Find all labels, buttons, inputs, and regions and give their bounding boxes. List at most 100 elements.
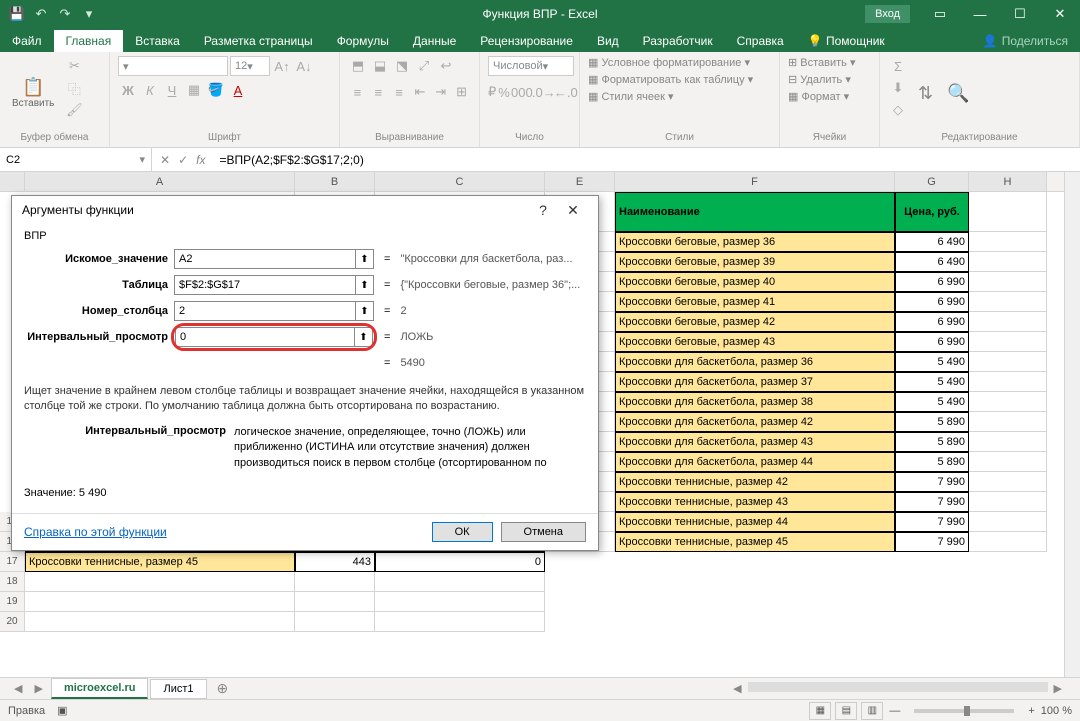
table-cell-name[interactable]: Кроссовки теннисные, размер 43 xyxy=(615,492,895,512)
bold-icon[interactable]: Ж xyxy=(118,80,138,100)
table-cell-price[interactable]: 6 990 xyxy=(895,332,969,352)
cell-styles-button[interactable]: ▦ Стили ячеек ▾ xyxy=(588,90,771,103)
tab-insert[interactable]: Вставка xyxy=(123,30,192,52)
row-header[interactable]: 18 xyxy=(0,572,25,592)
table-cell-name[interactable]: Кроссовки для баскетбола, размер 37 xyxy=(615,372,895,392)
header-name[interactable]: Наименование xyxy=(615,192,895,232)
increase-font-icon[interactable]: A↑ xyxy=(272,56,292,76)
tab-view[interactable]: Вид xyxy=(585,30,631,52)
underline-icon[interactable]: Ч xyxy=(162,80,182,100)
table-cell-price[interactable]: 7 990 xyxy=(895,532,969,552)
table-cell-name[interactable]: Кроссовки для баскетбола, размер 44 xyxy=(615,452,895,472)
table-cell-name[interactable]: Кроссовки беговые, размер 36 xyxy=(615,232,895,252)
close-icon[interactable]: ✕ xyxy=(1040,0,1080,28)
dialog-close-icon[interactable]: ✕ xyxy=(558,202,588,219)
col-header-b[interactable]: B xyxy=(295,172,375,191)
font-size-dropdown[interactable]: 12 ▾ xyxy=(230,56,270,76)
align-right-icon[interactable]: ≡ xyxy=(390,82,409,102)
decrease-font-icon[interactable]: A↓ xyxy=(294,56,314,76)
orientation-icon[interactable]: ⤢ xyxy=(414,56,434,76)
table-cell-price[interactable]: 6 990 xyxy=(895,312,969,332)
arg-col-input[interactable] xyxy=(174,301,356,321)
enter-formula-icon[interactable]: ✓ xyxy=(178,153,188,167)
tab-tellme[interactable]: 💡 Помощник xyxy=(796,30,897,52)
number-format-dropdown[interactable]: Числовой▾ xyxy=(488,56,574,76)
sheet-tab-2[interactable]: Лист1 xyxy=(150,679,206,699)
cell-b17[interactable]: 443 xyxy=(295,552,375,572)
table-cell-name[interactable]: Кроссовки теннисные, размер 44 xyxy=(615,512,895,532)
tab-review[interactable]: Рецензирование xyxy=(468,30,585,52)
table-cell-price[interactable]: 7 990 xyxy=(895,512,969,532)
horizontal-scrollbar[interactable] xyxy=(748,682,1048,692)
italic-icon[interactable]: К xyxy=(140,80,160,100)
arg-lookup-input[interactable] xyxy=(174,249,356,269)
autosum-icon[interactable]: Σ xyxy=(888,56,908,76)
undo-icon[interactable]: ↶ xyxy=(32,5,50,23)
col-header-h[interactable]: H xyxy=(969,172,1047,191)
cut-icon[interactable]: ✂ xyxy=(64,56,84,76)
insert-cells-button[interactable]: ⊞ Вставить ▾ xyxy=(788,56,871,69)
table-cell-name[interactable]: Кроссовки беговые, размер 41 xyxy=(615,292,895,312)
currency-icon[interactable]: ₽ xyxy=(488,82,496,102)
table-cell-price[interactable]: 5 890 xyxy=(895,452,969,472)
arg-lookup-ref-icon[interactable]: ⬆ xyxy=(356,249,374,269)
decrease-indent-icon[interactable]: ⇤ xyxy=(410,82,429,102)
table-cell-price[interactable]: 6 990 xyxy=(895,292,969,312)
paste-button[interactable]: 📋 Вставить xyxy=(8,56,58,130)
tab-help[interactable]: Справка xyxy=(725,30,796,52)
tab-file[interactable]: Файл xyxy=(0,30,54,52)
table-cell-price[interactable]: 5 890 xyxy=(895,432,969,452)
dialog-help-icon[interactable]: ? xyxy=(528,202,558,218)
merge-icon[interactable]: ⊞ xyxy=(452,82,471,102)
maximize-icon[interactable]: ☐ xyxy=(1000,0,1040,28)
align-top-icon[interactable]: ⬒ xyxy=(348,56,368,76)
tab-developer[interactable]: Разработчик xyxy=(631,30,725,52)
row-header[interactable]: 19 xyxy=(0,592,25,612)
format-as-table-button[interactable]: ▦ Форматировать как таблицу ▾ xyxy=(588,73,771,86)
table-cell-name[interactable]: Кроссовки беговые, размер 40 xyxy=(615,272,895,292)
table-cell-name[interactable]: Кроссовки беговые, размер 43 xyxy=(615,332,895,352)
format-painter-icon[interactable]: 🖌 xyxy=(64,100,84,120)
arg-range-input[interactable] xyxy=(175,327,355,347)
help-link[interactable]: Справка по этой функции xyxy=(24,525,167,539)
tab-data[interactable]: Данные xyxy=(401,30,468,52)
formula-input[interactable]: =ВПР(A2;$F$2:$G$17;2;0) xyxy=(213,153,1080,167)
qat-dropdown-icon[interactable]: ▾ xyxy=(80,5,98,23)
find-select-button[interactable]: 🔍 xyxy=(943,56,973,130)
table-cell-price[interactable]: 5 490 xyxy=(895,372,969,392)
row-header[interactable]: 20 xyxy=(0,612,25,632)
fill-icon[interactable]: ⬇ xyxy=(888,78,908,98)
save-icon[interactable]: 💾 xyxy=(8,5,26,23)
name-box[interactable]: C2▾ xyxy=(0,148,152,171)
border-icon[interactable]: ▦ xyxy=(184,80,204,100)
table-cell-price[interactable]: 6 490 xyxy=(895,232,969,252)
table-cell-name[interactable]: Кроссовки беговые, размер 39 xyxy=(615,252,895,272)
increase-decimal-icon[interactable]: .0→ xyxy=(534,82,554,102)
table-cell-name[interactable]: Кроссовки для баскетбола, размер 42 xyxy=(615,412,895,432)
redo-icon[interactable]: ↷ xyxy=(56,5,74,23)
delete-cells-button[interactable]: ⊟ Удалить ▾ xyxy=(788,73,871,86)
comma-icon[interactable]: 000 xyxy=(512,82,532,102)
vertical-scrollbar[interactable] xyxy=(1064,172,1080,677)
row-header[interactable]: 17 xyxy=(0,552,25,572)
table-cell-price[interactable]: 6 990 xyxy=(895,272,969,292)
table-cell-name[interactable]: Кроссовки для баскетбола, размер 43 xyxy=(615,432,895,452)
table-cell-name[interactable]: Кроссовки теннисные, размер 45 xyxy=(615,532,895,552)
cancel-button[interactable]: Отмена xyxy=(501,522,586,542)
table-cell-name[interactable]: Кроссовки беговые, размер 42 xyxy=(615,312,895,332)
ok-button[interactable]: ОК xyxy=(432,522,493,542)
sheet-nav-prev-icon[interactable]: ◀ xyxy=(8,682,28,695)
sheet-tab-1[interactable]: microexcel.ru xyxy=(51,678,149,699)
tab-layout[interactable]: Разметка страницы xyxy=(192,30,325,52)
tab-home[interactable]: Главная xyxy=(54,30,124,52)
arg-table-ref-icon[interactable]: ⬆ xyxy=(356,275,374,295)
table-cell-name[interactable]: Кроссовки теннисные, размер 42 xyxy=(615,472,895,492)
table-cell-price[interactable]: 5 490 xyxy=(895,352,969,372)
table-cell-price[interactable]: 5 890 xyxy=(895,412,969,432)
conditional-formatting-button[interactable]: ▦ Условное форматирование ▾ xyxy=(588,56,771,69)
table-cell-name[interactable]: Кроссовки для баскетбола, размер 38 xyxy=(615,392,895,412)
col-header-f[interactable]: F xyxy=(615,172,895,191)
align-middle-icon[interactable]: ⬓ xyxy=(370,56,390,76)
wrap-text-icon[interactable]: ↩ xyxy=(436,56,456,76)
share-button[interactable]: 👤 Поделиться xyxy=(971,30,1080,52)
